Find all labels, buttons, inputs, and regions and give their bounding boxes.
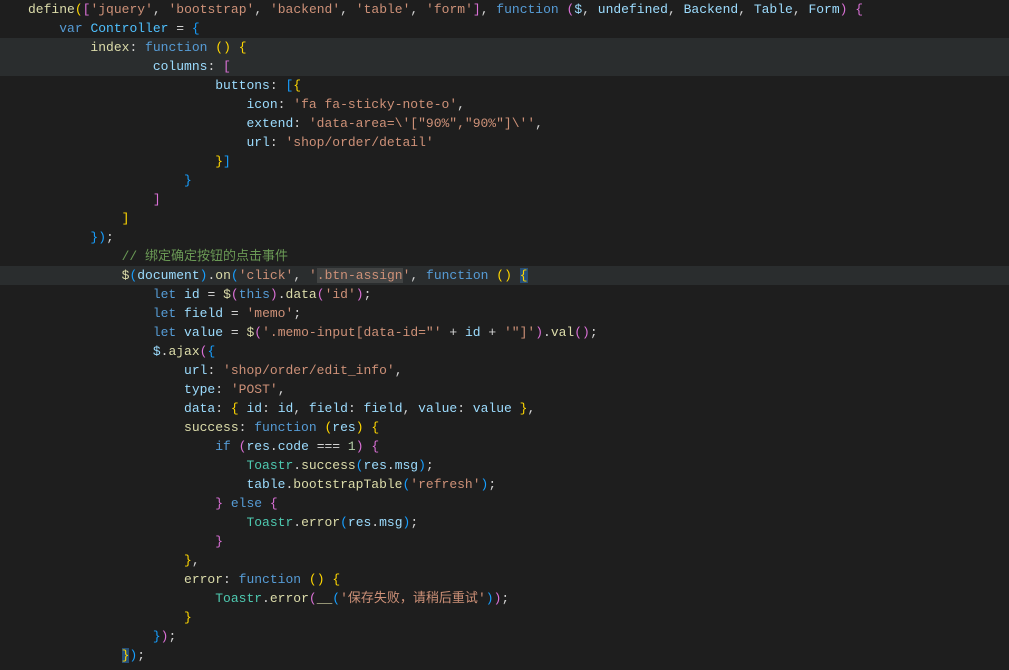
code-line[interactable]: }, (28, 551, 1009, 570)
code-line[interactable]: Toastr.error(__('保存失败，请稍后重试')); (28, 589, 1009, 608)
code-line[interactable]: } (28, 608, 1009, 627)
code-line[interactable]: error: function () { (28, 570, 1009, 589)
code-editor[interactable]: define(['jquery', 'bootstrap', 'backend'… (0, 0, 1009, 665)
comment: // 绑定确定按钮的点击事件 (122, 249, 288, 264)
code-line[interactable]: index: function () { (0, 38, 1009, 57)
code-line[interactable]: let field = 'memo'; (28, 304, 1009, 323)
code-line[interactable]: ] (28, 209, 1009, 228)
code-line[interactable]: extend: 'data-area=\'["90%","90%"]\'', (28, 114, 1009, 133)
code-line[interactable]: } (28, 171, 1009, 190)
code-line[interactable]: type: 'POST', (28, 380, 1009, 399)
code-line[interactable]: }); (28, 228, 1009, 247)
breadcrumb-line[interactable]: columns: [ (0, 57, 1009, 76)
code-line[interactable]: success: function (res) { (28, 418, 1009, 437)
selected-text: .btn-assign (317, 268, 403, 283)
code-line[interactable]: icon: 'fa fa-sticky-note-o', (28, 95, 1009, 114)
code-line[interactable]: table.bootstrapTable('refresh'); (28, 475, 1009, 494)
code-line-active[interactable]: $(document).on('click', '.btn-assign', f… (0, 266, 1009, 285)
code-line[interactable]: url: 'shop/order/detail' (28, 133, 1009, 152)
cursor-bracket: { (520, 268, 528, 283)
code-line[interactable]: } (28, 532, 1009, 551)
code-line[interactable]: let value = $('.memo-input[data-id="' + … (28, 323, 1009, 342)
code-line[interactable]: // 绑定确定按钮的点击事件 (28, 247, 1009, 266)
code-line[interactable]: }); (28, 646, 1009, 665)
code-line[interactable]: let id = $(this).data('id'); (28, 285, 1009, 304)
code-line[interactable]: }); (28, 627, 1009, 646)
code-line[interactable]: data: { id: id, field: field, value: val… (28, 399, 1009, 418)
code-line[interactable]: if (res.code === 1) { (28, 437, 1009, 456)
code-line[interactable]: ] (28, 190, 1009, 209)
code-line[interactable]: url: 'shop/order/edit_info', (28, 361, 1009, 380)
code-line[interactable]: Toastr.success(res.msg); (28, 456, 1009, 475)
code-line[interactable]: } else { (28, 494, 1009, 513)
code-line[interactable]: buttons: [{ (28, 76, 1009, 95)
code-line[interactable]: Toastr.error(res.msg); (28, 513, 1009, 532)
function-call: define (28, 2, 75, 17)
code-line[interactable]: $.ajax({ (28, 342, 1009, 361)
code-line[interactable]: }] (28, 152, 1009, 171)
code-line[interactable]: var Controller = { (28, 19, 1009, 38)
code-line[interactable]: define(['jquery', 'bootstrap', 'backend'… (28, 0, 1009, 19)
